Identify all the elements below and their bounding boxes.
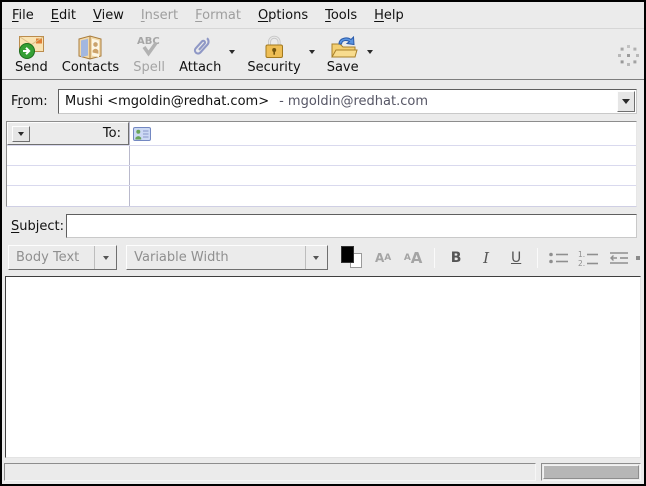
save-label: Save — [327, 60, 359, 75]
format-toolbar: Body Text Variable Width AA AA B I U — [2, 240, 644, 275]
subject-row: Subject: — [2, 207, 644, 240]
send-button[interactable]: Send — [8, 31, 55, 76]
contacts-button[interactable]: Contacts — [55, 31, 126, 76]
from-row: From: Mushi <mgoldin@redhat.com> - mgold… — [2, 80, 644, 119]
security-dropdown-arrow[interactable] — [306, 35, 318, 69]
empty-address-row[interactable] — [7, 166, 636, 186]
outdent-button[interactable] — [606, 246, 632, 270]
save-icon — [328, 33, 358, 60]
progress-meter — [541, 463, 641, 481]
chevron-down-icon — [229, 50, 235, 54]
subject-label: Subject: — [11, 219, 66, 234]
menu-options[interactable]: Options — [258, 8, 308, 23]
chevron-down-icon — [622, 99, 630, 104]
italic-button[interactable]: I — [473, 246, 499, 270]
separator — [537, 248, 538, 268]
outdent-icon — [607, 250, 631, 266]
recipient-address-input[interactable] — [154, 122, 636, 145]
compose-window: File Edit View Insert Format Options Too… — [0, 0, 646, 486]
contacts-icon — [75, 33, 105, 60]
chevron-down-icon — [18, 132, 24, 136]
menu-help[interactable]: Help — [374, 8, 404, 23]
text-color-picker[interactable] — [339, 246, 364, 270]
chevron-down-icon — [94, 246, 116, 269]
spell-icon: ABC — [133, 33, 165, 60]
from-identity-address: - mgoldin@redhat.com — [279, 94, 428, 109]
attach-dropdown-arrow[interactable] — [226, 35, 238, 69]
underline-button[interactable]: U — [503, 246, 529, 270]
vcard-icon — [133, 127, 151, 141]
addressing-area: To: — [6, 121, 637, 207]
menu-bar: File Edit View Insert Format Options Too… — [2, 2, 644, 29]
from-identity-name: Mushi <mgoldin@redhat.com> — [65, 94, 269, 109]
save-button[interactable]: Save — [320, 31, 366, 76]
toolbar-overflow-indicator — [636, 256, 640, 260]
paragraph-style-select[interactable]: Body Text — [8, 245, 117, 270]
send-icon — [16, 33, 46, 60]
menu-file[interactable]: File — [12, 8, 34, 23]
paragraph-style-value: Body Text — [9, 250, 94, 265]
recipient-address-cell — [130, 122, 636, 145]
status-bar — [2, 461, 644, 484]
spell-button: ABC Spell — [126, 31, 172, 76]
font-family-select[interactable]: Variable Width — [126, 245, 328, 270]
recipient-type-label: To: — [30, 126, 124, 141]
attach-icon — [185, 33, 215, 60]
contacts-label: Contacts — [62, 60, 119, 75]
empty-address-row[interactable] — [7, 186, 636, 206]
security-label: Security — [247, 60, 300, 75]
menu-format: Format — [195, 8, 241, 23]
activity-throbber-icon — [627, 54, 630, 57]
svg-text:2.: 2. — [578, 259, 585, 267]
recipient-row: To: — [7, 122, 636, 146]
from-identity-value: Mushi <mgoldin@redhat.com> - mgoldin@red… — [59, 94, 616, 109]
subject-field-frame — [66, 214, 637, 238]
numbered-list-icon: 1. 2. — [577, 249, 601, 267]
menu-view[interactable]: View — [93, 8, 124, 23]
chevron-down-icon — [309, 50, 315, 54]
from-identity-select[interactable]: Mushi <mgoldin@redhat.com> - mgoldin@red… — [58, 89, 637, 114]
bold-button[interactable]: B — [443, 246, 469, 270]
menu-edit[interactable]: Edit — [51, 8, 76, 23]
bullet-list-icon — [547, 250, 571, 266]
separator — [434, 248, 435, 268]
attach-button[interactable]: Attach — [172, 31, 228, 76]
from-dropdown-button[interactable] — [617, 91, 635, 112]
recipient-type-cell: To: — [7, 122, 130, 145]
spell-label: Spell — [133, 60, 165, 75]
security-icon — [261, 33, 287, 60]
chevron-down-icon — [305, 246, 327, 269]
font-family-value: Variable Width — [127, 250, 305, 265]
chevron-down-icon — [367, 50, 373, 54]
svg-text:1.: 1. — [578, 250, 585, 259]
menu-insert: Insert — [141, 8, 178, 23]
from-label: From: — [11, 94, 58, 109]
main-toolbar: Send Contacts ABC — [2, 29, 644, 80]
menu-tools[interactable]: Tools — [325, 8, 357, 23]
recipient-type-button[interactable]: To: — [7, 122, 129, 145]
foreground-color-swatch — [341, 246, 354, 263]
subject-input[interactable] — [67, 215, 636, 237]
recipient-type-dropdown[interactable] — [12, 126, 30, 142]
security-button[interactable]: Security — [240, 31, 307, 76]
save-dropdown-arrow[interactable] — [364, 35, 376, 69]
progress-fill — [543, 465, 639, 479]
message-body-frame — [5, 276, 641, 458]
bullet-list-button[interactable] — [546, 246, 572, 270]
status-message-area — [4, 463, 536, 481]
message-body-input[interactable] — [6, 277, 640, 457]
empty-address-row[interactable] — [7, 146, 636, 166]
increase-font-size-button: AA — [400, 246, 426, 270]
numbered-list-button[interactable]: 1. 2. — [576, 246, 602, 270]
send-label: Send — [15, 60, 48, 75]
attach-label: Attach — [179, 60, 221, 75]
decrease-font-size-button: AA — [370, 246, 396, 270]
